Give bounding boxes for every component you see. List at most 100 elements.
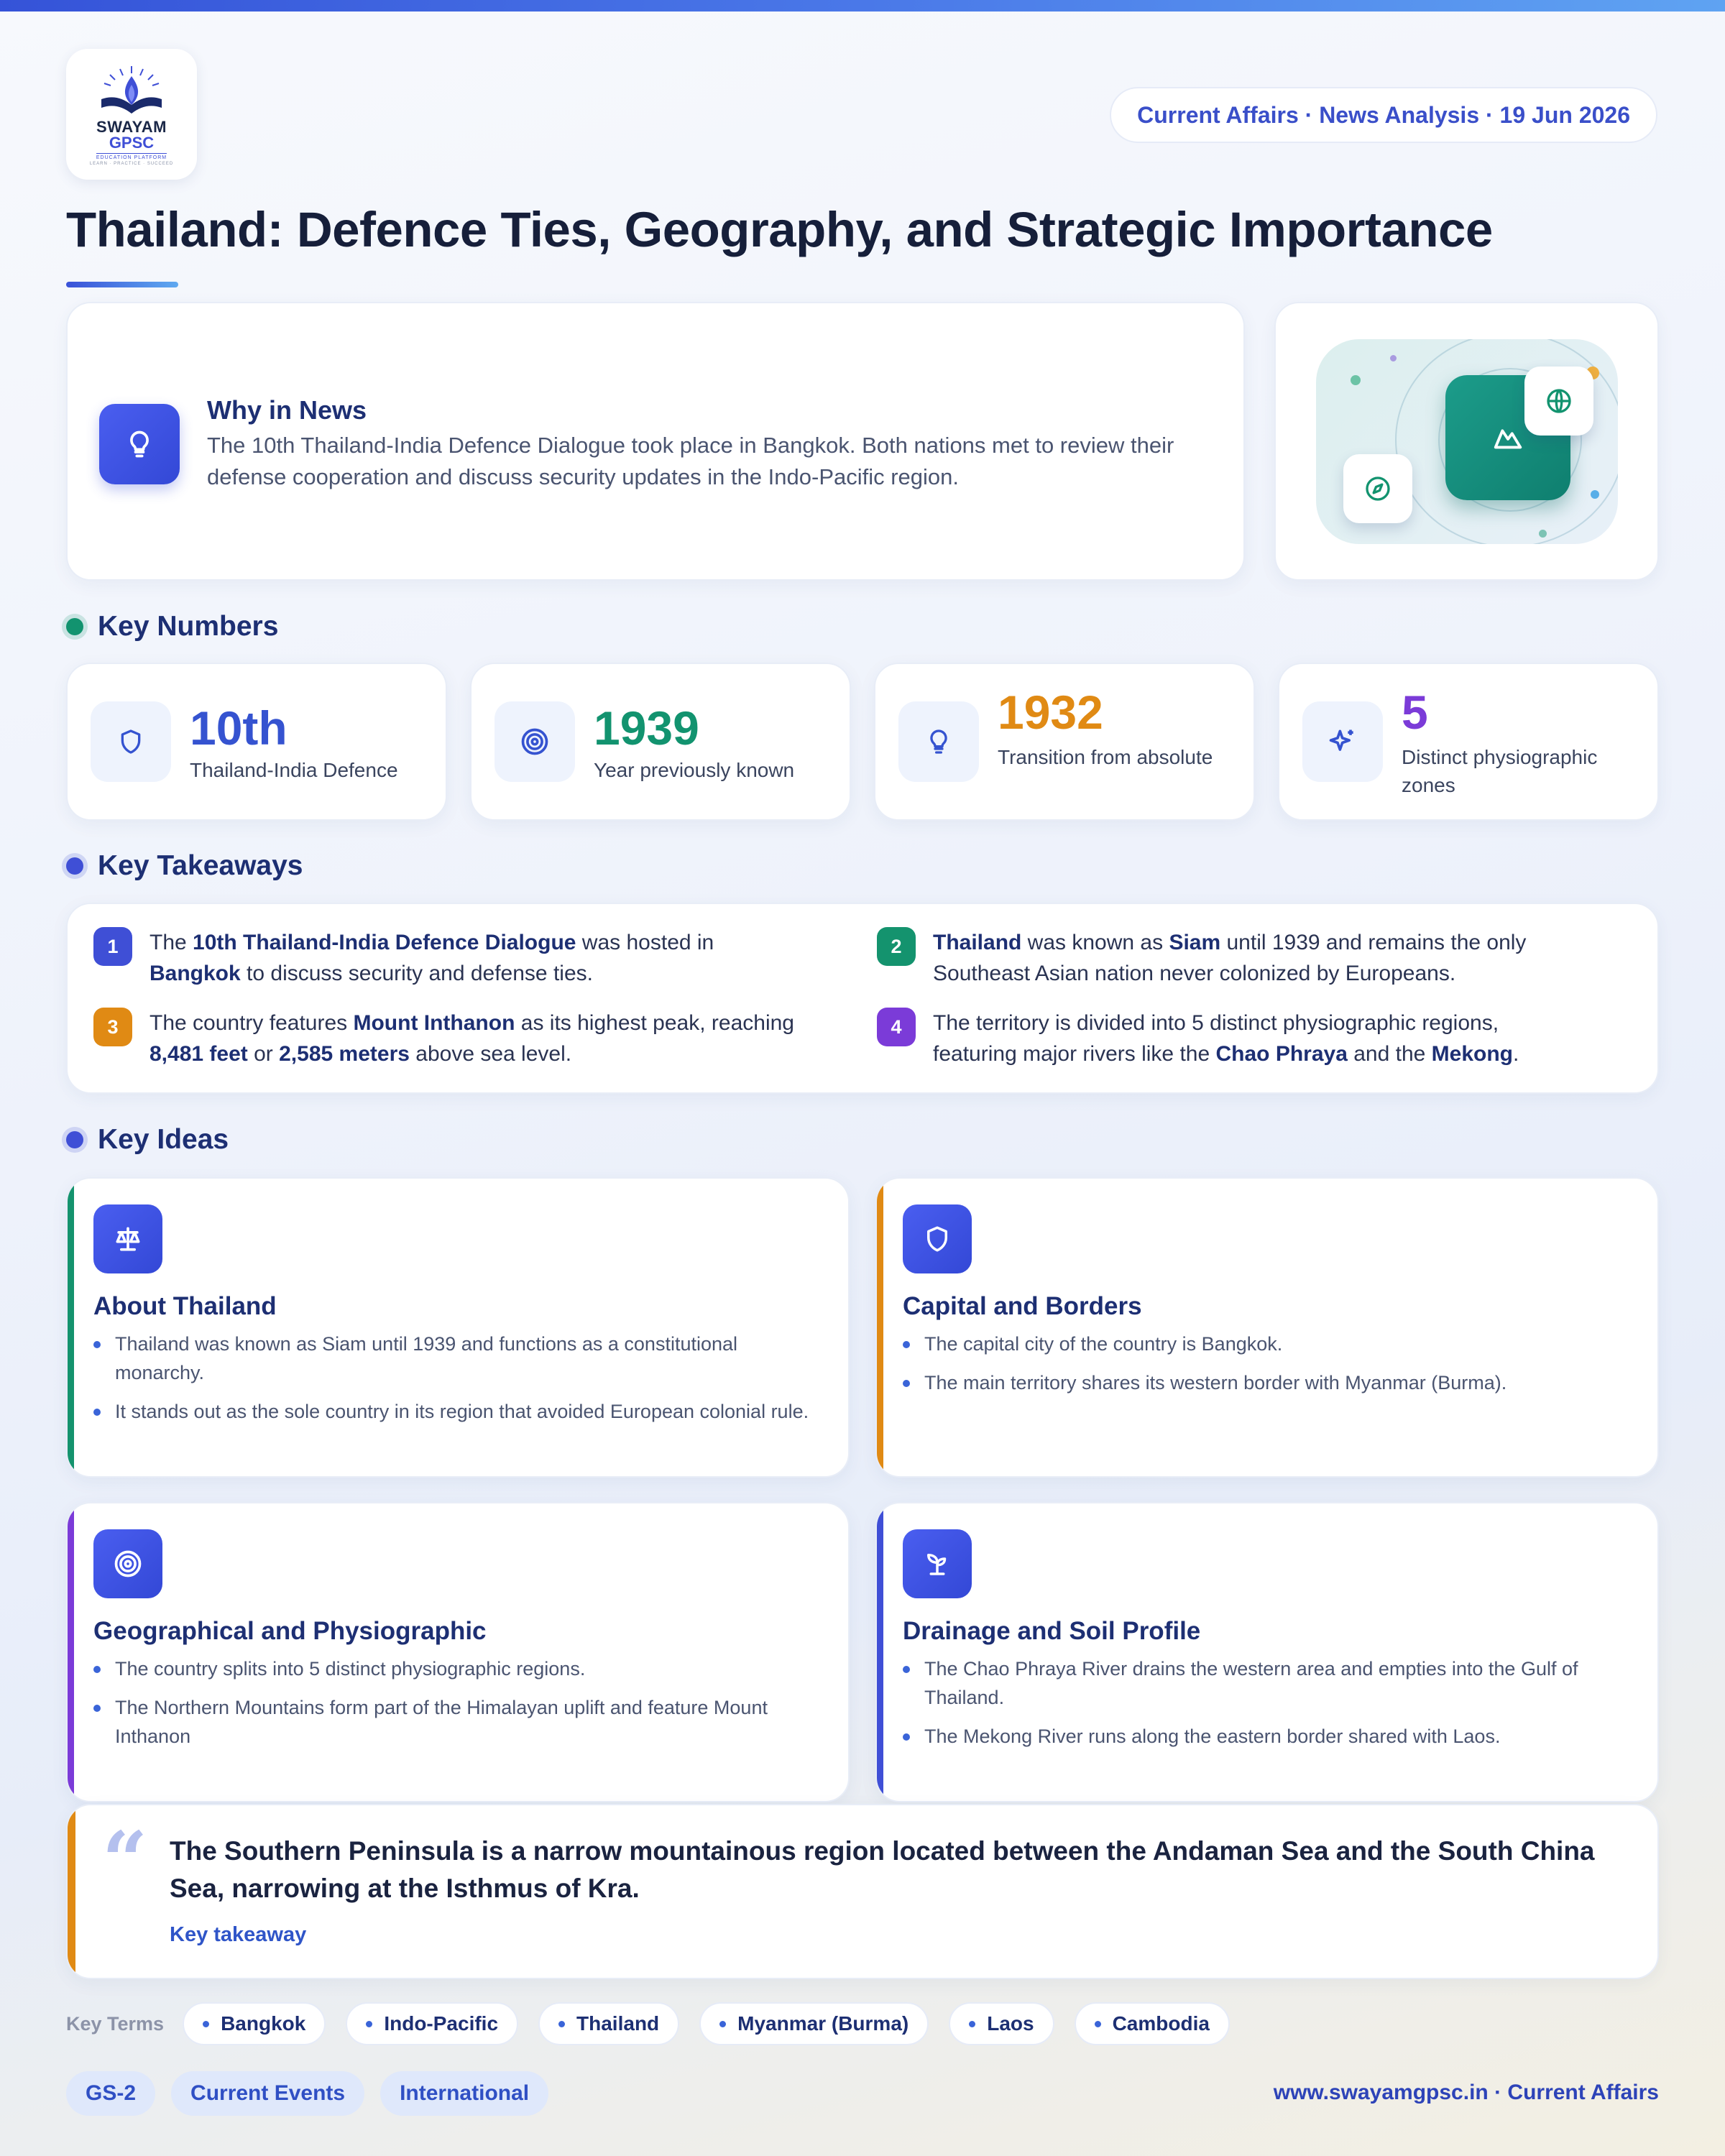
section-dot bbox=[66, 1131, 83, 1148]
section-dot bbox=[66, 618, 83, 635]
term-chip[interactable]: Laos bbox=[949, 2002, 1054, 2045]
takeaway-number: 1 bbox=[93, 927, 132, 966]
stat-value: 10th bbox=[190, 701, 288, 755]
idea-title: About Thailand bbox=[93, 1292, 277, 1320]
takeaway-highlight: Siam bbox=[1169, 931, 1221, 954]
term-chip[interactable]: Bangkok bbox=[183, 2002, 326, 2045]
logo-subtagline: LEARN · PRACTICE · SUCCEED bbox=[89, 161, 174, 166]
quote-source: Key takeaway bbox=[170, 1923, 307, 1946]
section-dot bbox=[66, 857, 83, 875]
lightbulb-icon bbox=[99, 404, 180, 484]
takeaway-highlight: 8,481 feet bbox=[150, 1042, 248, 1066]
shield-icon bbox=[91, 701, 171, 782]
takeaway-highlight: Chao Phraya bbox=[1215, 1042, 1348, 1066]
takeaway-highlight: 2,585 meters bbox=[279, 1042, 410, 1066]
key-terms-label: Key Terms bbox=[66, 2012, 165, 2035]
idea-bullet: The main territory shares its western bo… bbox=[903, 1368, 1629, 1397]
takeaway-highlight: Mekong bbox=[1431, 1042, 1514, 1066]
idea-bullet: The Northern Mountains form part of the … bbox=[93, 1693, 819, 1751]
tag-pill[interactable]: GS-2 bbox=[66, 2071, 156, 2116]
idea-title: Geographical and Physiographic bbox=[93, 1617, 487, 1645]
why-in-news-card: Why in News The 10th Thailand-India Defe… bbox=[66, 302, 1245, 581]
idea-card-drainage-soil: Drainage and Soil Profile The Chao Phray… bbox=[875, 1502, 1659, 1802]
takeaway-text: The 10th Thailand-India Defence Dialogue… bbox=[150, 931, 714, 985]
why-in-news-title: Why in News bbox=[207, 395, 367, 425]
section-label: Key Takeaways bbox=[98, 850, 303, 881]
sprout-icon bbox=[903, 1529, 972, 1598]
takeaway-highlight: Mount Inthanon bbox=[353, 1011, 515, 1035]
decor-dot bbox=[1539, 530, 1547, 538]
takeaway-highlight: Bangkok bbox=[150, 962, 241, 985]
stat-card: 1932 Transition from absolute bbox=[874, 663, 1255, 821]
takeaway-highlight: Thailand bbox=[933, 931, 1022, 954]
compass-icon bbox=[1343, 454, 1412, 523]
section-heading-key-ideas: Key Ideas bbox=[66, 1124, 229, 1156]
decor-dot bbox=[1351, 375, 1361, 385]
sparkle-icon bbox=[1302, 701, 1383, 782]
footer-link[interactable]: www.swayamgpsc.in · Current Affairs bbox=[1274, 2081, 1659, 2105]
takeaway-item: 4 The territory is divided into 5 distin… bbox=[877, 1008, 1581, 1069]
quote-mark-icon: “ bbox=[102, 1814, 148, 1907]
tags-row: GS-2 Current Events International bbox=[66, 2071, 564, 2116]
decor-dot bbox=[1591, 490, 1599, 499]
idea-bullet: The capital city of the country is Bangk… bbox=[903, 1330, 1629, 1358]
card-accent-bar bbox=[68, 1179, 74, 1476]
key-terms-row: Key Terms Bangkok Indo-Pacific Thailand … bbox=[66, 2002, 1250, 2045]
idea-bullet: The Chao Phraya River drains the western… bbox=[903, 1654, 1629, 1712]
why-in-news-text: The 10th Thailand-India Defence Dialogue… bbox=[207, 433, 1174, 489]
logo-text-swayam: SWAYAM bbox=[96, 117, 167, 136]
page-title: Thailand: Defence Ties, Geography, and S… bbox=[66, 202, 1493, 257]
stat-label: Thailand-India Defence bbox=[190, 759, 398, 781]
top-accent-bar bbox=[0, 0, 1725, 11]
idea-card-about-thailand: About Thailand Thailand was known as Sia… bbox=[66, 1177, 850, 1478]
stat-label: Distinct physiographic zones bbox=[1402, 746, 1598, 796]
stat-label: Transition from absolute bbox=[998, 746, 1213, 768]
takeaway-highlight: 10th Thailand-India Defence Dialogue bbox=[193, 931, 576, 954]
lightbulb-icon bbox=[898, 701, 979, 782]
section-heading-key-takeaways: Key Takeaways bbox=[66, 850, 303, 882]
tag-pill[interactable]: Current Events bbox=[171, 2071, 365, 2116]
takeaway-text: The territory is divided into 5 distinct… bbox=[933, 1011, 1519, 1066]
term-chip[interactable]: Myanmar (Burma) bbox=[699, 2002, 929, 2045]
logo-tagline: EDUCATION PLATFORM bbox=[96, 152, 167, 160]
stat-label: Year previously known bbox=[594, 759, 795, 781]
term-chip[interactable]: Indo-Pacific bbox=[346, 2002, 519, 2045]
idea-bullets: Thailand was known as Siam until 1939 an… bbox=[93, 1330, 819, 1436]
idea-bullets: The country splits into 5 distinct physi… bbox=[93, 1654, 819, 1761]
open-book-flame-icon bbox=[101, 65, 162, 114]
term-chip[interactable]: Cambodia bbox=[1074, 2002, 1230, 2045]
target-icon bbox=[93, 1529, 162, 1598]
decor-dot bbox=[1390, 355, 1397, 361]
idea-bullet: The Mekong River runs along the eastern … bbox=[903, 1722, 1629, 1751]
card-accent-bar bbox=[68, 1805, 75, 1978]
card-accent-bar bbox=[877, 1179, 883, 1476]
term-chip[interactable]: Thailand bbox=[538, 2002, 680, 2045]
stat-card: 10th Thailand-India Defence bbox=[66, 663, 447, 821]
shield-icon bbox=[903, 1204, 972, 1273]
title-underline bbox=[66, 282, 178, 287]
card-accent-bar bbox=[877, 1503, 883, 1801]
stat-value: 1932 bbox=[998, 686, 1103, 739]
idea-bullets: The Chao Phraya River drains the western… bbox=[903, 1654, 1629, 1761]
quote-text: The Southern Peninsula is a narrow mount… bbox=[170, 1836, 1595, 1903]
illustration-card bbox=[1274, 302, 1659, 581]
scales-icon bbox=[93, 1204, 162, 1273]
takeaway-text: The country features Mount Inthanon as i… bbox=[150, 1011, 794, 1066]
takeaway-number: 4 bbox=[877, 1008, 916, 1046]
idea-title: Drainage and Soil Profile bbox=[903, 1617, 1201, 1645]
globe-icon bbox=[1524, 367, 1593, 436]
target-icon bbox=[494, 701, 575, 782]
quote-card: “ The Southern Peninsula is a narrow mou… bbox=[66, 1804, 1659, 1979]
brand-logo: SWAYAM GPSC EDUCATION PLATFORM LEARN · P… bbox=[66, 49, 197, 180]
tag-pill[interactable]: International bbox=[380, 2071, 549, 2116]
date-pill: Current Affairs · News Analysis · 19 Jun… bbox=[1110, 87, 1657, 143]
takeaway-item: 3 The country features Mount Inthanon as… bbox=[93, 1008, 798, 1069]
idea-bullet: Thailand was known as Siam until 1939 an… bbox=[93, 1330, 819, 1387]
stat-card: 1939 Year previously known bbox=[470, 663, 851, 821]
stat-card: 5 Distinct physiographic zones bbox=[1278, 663, 1659, 821]
idea-bullets: The capital city of the country is Bangk… bbox=[903, 1330, 1629, 1407]
stat-value: 1939 bbox=[594, 701, 699, 755]
logo-text-gpsc: GPSC bbox=[109, 133, 155, 152]
takeaway-number: 2 bbox=[877, 927, 916, 966]
illustration-panel bbox=[1316, 339, 1618, 544]
